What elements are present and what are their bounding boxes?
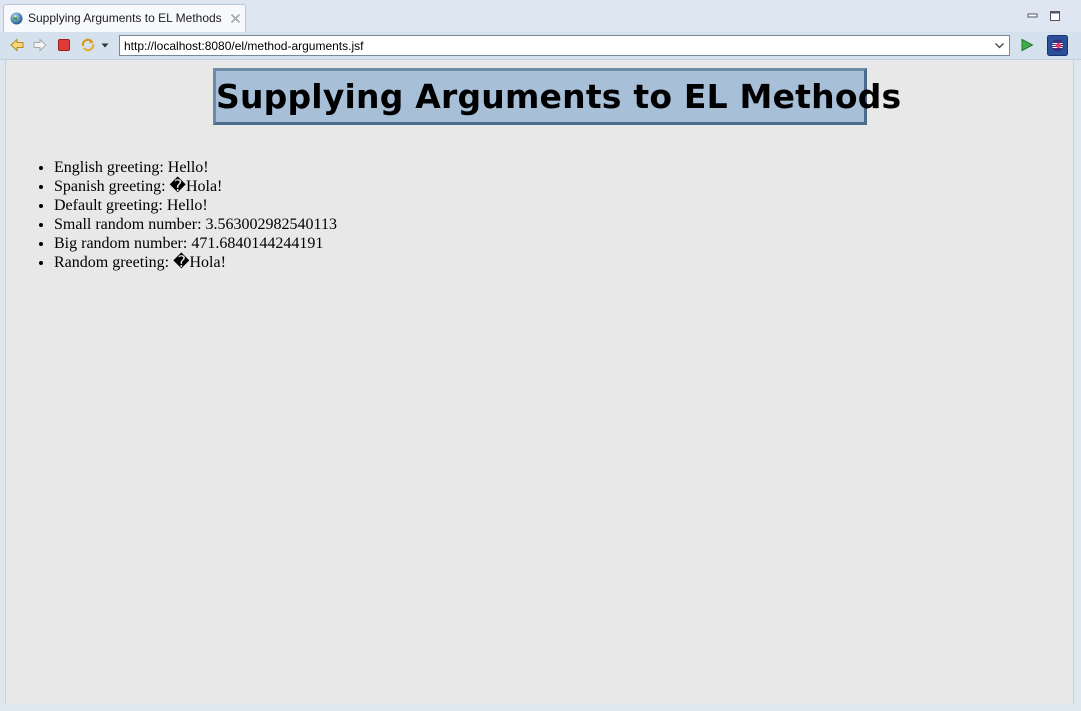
forward-icon[interactable] bbox=[32, 37, 48, 53]
window-bottom-border bbox=[0, 704, 1081, 711]
url-bar[interactable] bbox=[119, 35, 1010, 56]
browser-tab[interactable]: Supplying Arguments to EL Methods bbox=[3, 4, 246, 32]
page-title: Supplying Arguments to EL Methods bbox=[216, 77, 902, 116]
url-dropdown-icon[interactable] bbox=[994, 40, 1005, 51]
back-icon[interactable] bbox=[9, 37, 25, 53]
page-content: Supplying Arguments to EL Methods Englis… bbox=[5, 60, 1074, 704]
browser-window: Supplying Arguments to EL Methods http:/… bbox=[0, 0, 1081, 711]
eclipse-browser-icon[interactable] bbox=[1047, 35, 1068, 56]
list-item: Default greeting: Hello! bbox=[54, 196, 337, 215]
maximize-icon[interactable] bbox=[1048, 9, 1062, 23]
globe-icon bbox=[10, 12, 23, 25]
list-item: Random greeting: �Hola! bbox=[54, 253, 337, 272]
tab-bar: Supplying Arguments to EL Methods bbox=[0, 0, 1081, 33]
minimize-icon[interactable] bbox=[1026, 9, 1040, 23]
navigation-toolbar bbox=[0, 32, 1081, 60]
list-item: Big random number: 471.6840144244191 bbox=[54, 234, 337, 253]
close-icon[interactable] bbox=[230, 13, 241, 24]
list-item: Spanish greeting: �Hola! bbox=[54, 177, 337, 196]
chevron-down-icon[interactable] bbox=[100, 37, 110, 53]
list-item: English greeting: Hello! bbox=[54, 158, 337, 177]
refresh-icon[interactable] bbox=[80, 37, 96, 53]
stop-icon[interactable] bbox=[56, 37, 72, 53]
url-input[interactable] bbox=[124, 37, 984, 54]
go-icon[interactable] bbox=[1019, 37, 1035, 53]
results-list: English greeting: Hello! Spanish greetin… bbox=[34, 158, 337, 272]
tab-title: Supplying Arguments to EL Methods bbox=[28, 11, 222, 25]
list-item: Small random number: 3.563002982540113 bbox=[54, 215, 337, 234]
page-title-box: Supplying Arguments to EL Methods bbox=[213, 68, 902, 125]
